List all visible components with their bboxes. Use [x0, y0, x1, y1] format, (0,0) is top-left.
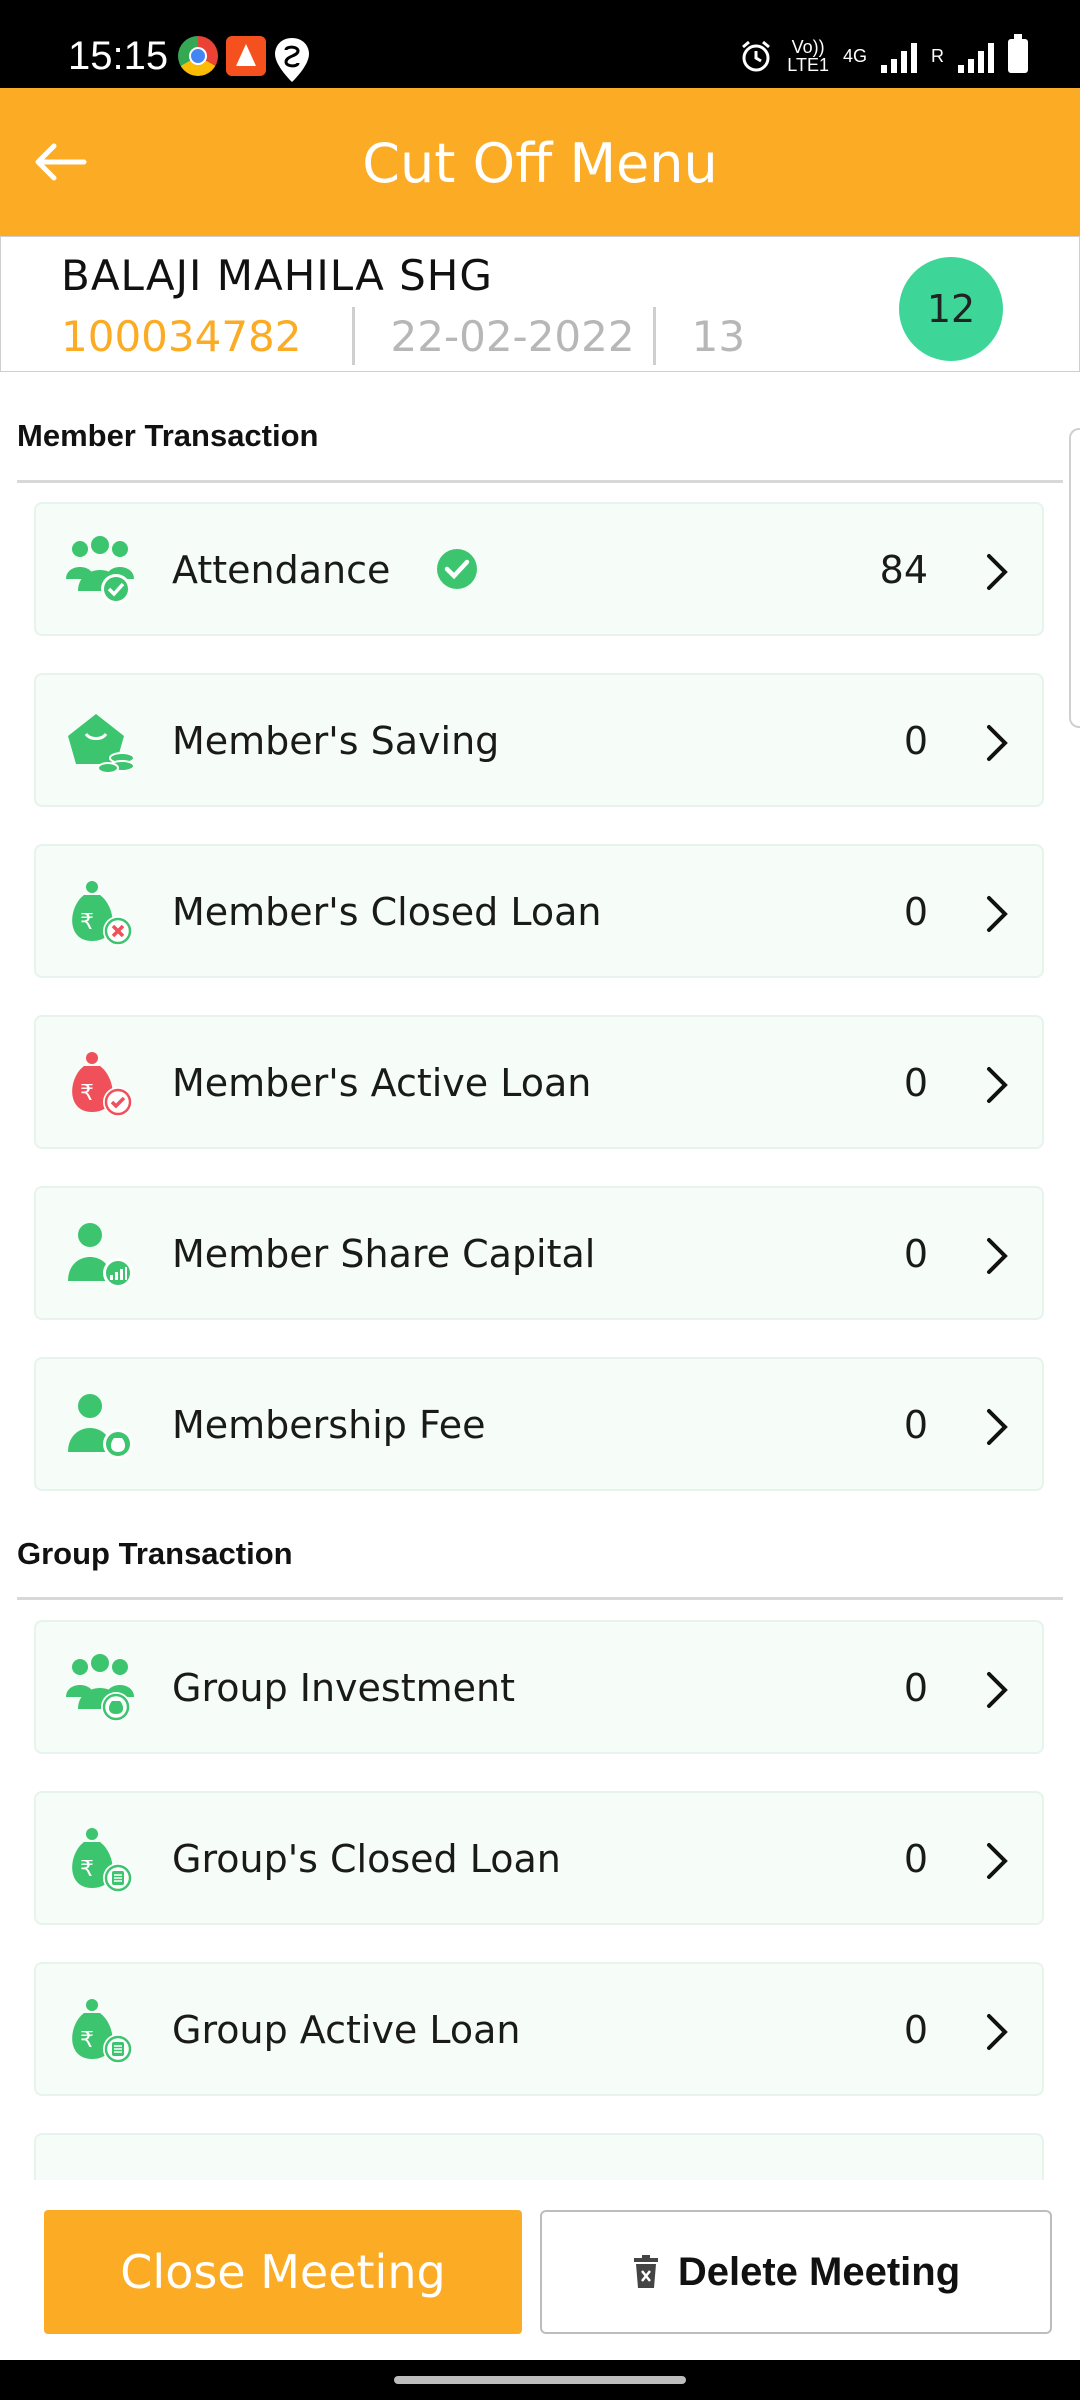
divider: [351, 307, 355, 365]
member-fee-icon: [68, 1394, 133, 1459]
chevron-right-icon: [987, 1067, 1008, 1103]
group-code: 100034782: [61, 311, 302, 361]
menu-item-members-closed-loan[interactable]: ₹ Member's Closed Loan 0: [34, 844, 1044, 978]
roaming-label: R: [931, 46, 944, 66]
menu-item-value: 0: [903, 1837, 928, 1881]
svg-text:₹: ₹: [80, 1081, 94, 1106]
app-bar: Cut Off Menu: [0, 88, 1080, 236]
system-nav-bar: [0, 2360, 1080, 2400]
chevron-right-icon: [987, 1409, 1008, 1445]
menu-item-value: 0: [903, 1061, 928, 1105]
svg-text:₹: ₹: [80, 910, 94, 935]
delete-meeting-button[interactable]: Delete Meeting: [540, 2210, 1052, 2334]
menu-item-label: Group's Closed Loan: [172, 1837, 561, 1881]
menu-item-member-share-capital[interactable]: Member Share Capital 0: [34, 1186, 1044, 1320]
group-name: BALAJI MAHILA SHG: [61, 251, 493, 300]
bottom-action-bar: Close Meeting Delete Meeting: [0, 2180, 1080, 2360]
menu-item-membership-fee[interactable]: Membership Fee 0: [34, 1357, 1044, 1491]
status-time: 15:15: [68, 34, 169, 78]
member-count-badge: 12: [899, 257, 1003, 361]
menu-item-label: Attendance: [172, 548, 391, 592]
menu-item-value: 84: [879, 548, 928, 592]
volte-label: Vo)) LTE1: [787, 37, 829, 75]
menu-item-label: Group Investment: [172, 1666, 516, 1710]
menu-item-value: 0: [903, 1666, 928, 1710]
status-bar: 15:15 Vo)) LTE1 4G R: [0, 0, 1080, 88]
section-divider: [17, 1597, 1063, 1600]
section-title-member: Member Transaction: [17, 418, 319, 453]
completed-check-icon: [437, 549, 477, 589]
scroll-indicator: [1069, 428, 1080, 728]
group-active-loan-icon: ₹: [72, 1999, 133, 2064]
trash-icon: [633, 2255, 658, 2288]
meeting-number: 13: [691, 311, 746, 361]
menu-item-groups-closed-loan[interactable]: ₹ Group's Closed Loan 0: [34, 1791, 1044, 1925]
menu-item-value: 0: [903, 1232, 928, 1276]
chevron-right-icon: [987, 2014, 1008, 2050]
signal-2-icon: [958, 39, 994, 73]
menu-item-value: 0: [903, 890, 928, 934]
menu-item-value: 0: [903, 719, 928, 763]
divider: [652, 307, 656, 365]
menu-item-label: Member's Active Loan: [172, 1061, 592, 1105]
section-divider: [17, 480, 1063, 483]
signal-icon: [881, 39, 917, 73]
menu-item-group-active-loan[interactable]: ₹ Group Active Loan 0: [34, 1962, 1044, 2096]
meeting-date: 22-02-2022: [390, 311, 635, 361]
member-share-icon: [68, 1223, 133, 1288]
menu-item-value: 0: [903, 2008, 928, 2052]
menu-item-attendance[interactable]: Attendance 84: [34, 502, 1044, 636]
menu-item-value: 0: [903, 1403, 928, 1447]
group-meta: 100034782 22-02-2022 13: [61, 307, 745, 365]
menu-item-label: Member's Saving: [172, 719, 500, 763]
chevron-right-icon: [987, 1672, 1008, 1708]
chevron-right-icon: [987, 554, 1008, 590]
chevron-right-icon: [987, 1238, 1008, 1274]
menu-item-group-investment[interactable]: Group Investment 0: [34, 1620, 1044, 1754]
close-meeting-button[interactable]: Close Meeting: [44, 2210, 522, 2334]
money-bag-active-icon: ₹: [72, 1052, 133, 1117]
chevron-right-icon: [987, 1843, 1008, 1879]
piggy-bank-icon: [68, 714, 135, 774]
delete-meeting-label: Delete Meeting: [677, 2249, 961, 2294]
menu-item-label: Member Share Capital: [172, 1232, 596, 1276]
menu-item-members-saving[interactable]: Member's Saving 0: [34, 673, 1044, 807]
menu-item-members-active-loan[interactable]: ₹ Member's Active Loan 0: [34, 1015, 1044, 1149]
money-bag-closed-icon: ₹: [72, 881, 133, 946]
svg-text:₹: ₹: [80, 2028, 94, 2053]
battery-icon: [1008, 34, 1028, 73]
group-header: BALAJI MAHILA SHG 100034782 22-02-2022 1…: [0, 236, 1080, 372]
menu-item-label: Member's Closed Loan: [172, 890, 602, 934]
swiggy-icon: [272, 36, 312, 82]
chevron-right-icon: [987, 896, 1008, 932]
section-title-group: Group Transaction: [17, 1536, 293, 1571]
home-gesture-handle[interactable]: [394, 2376, 686, 2384]
chrome-icon: [178, 36, 218, 76]
members-check-icon: [66, 536, 134, 604]
page-title: Cut Off Menu: [362, 132, 718, 195]
chevron-right-icon: [987, 725, 1008, 761]
menu-item-label: Membership Fee: [172, 1403, 486, 1447]
group-investment-icon: [66, 1654, 134, 1722]
alarm-icon: [742, 40, 771, 72]
network-label: 4G: [842, 46, 867, 66]
menu-item-label: Group Active Loan: [172, 2008, 521, 2052]
app-flame-icon: [226, 36, 266, 76]
svg-text:₹: ₹: [80, 1857, 94, 1882]
group-closed-loan-icon: ₹: [72, 1828, 133, 1893]
